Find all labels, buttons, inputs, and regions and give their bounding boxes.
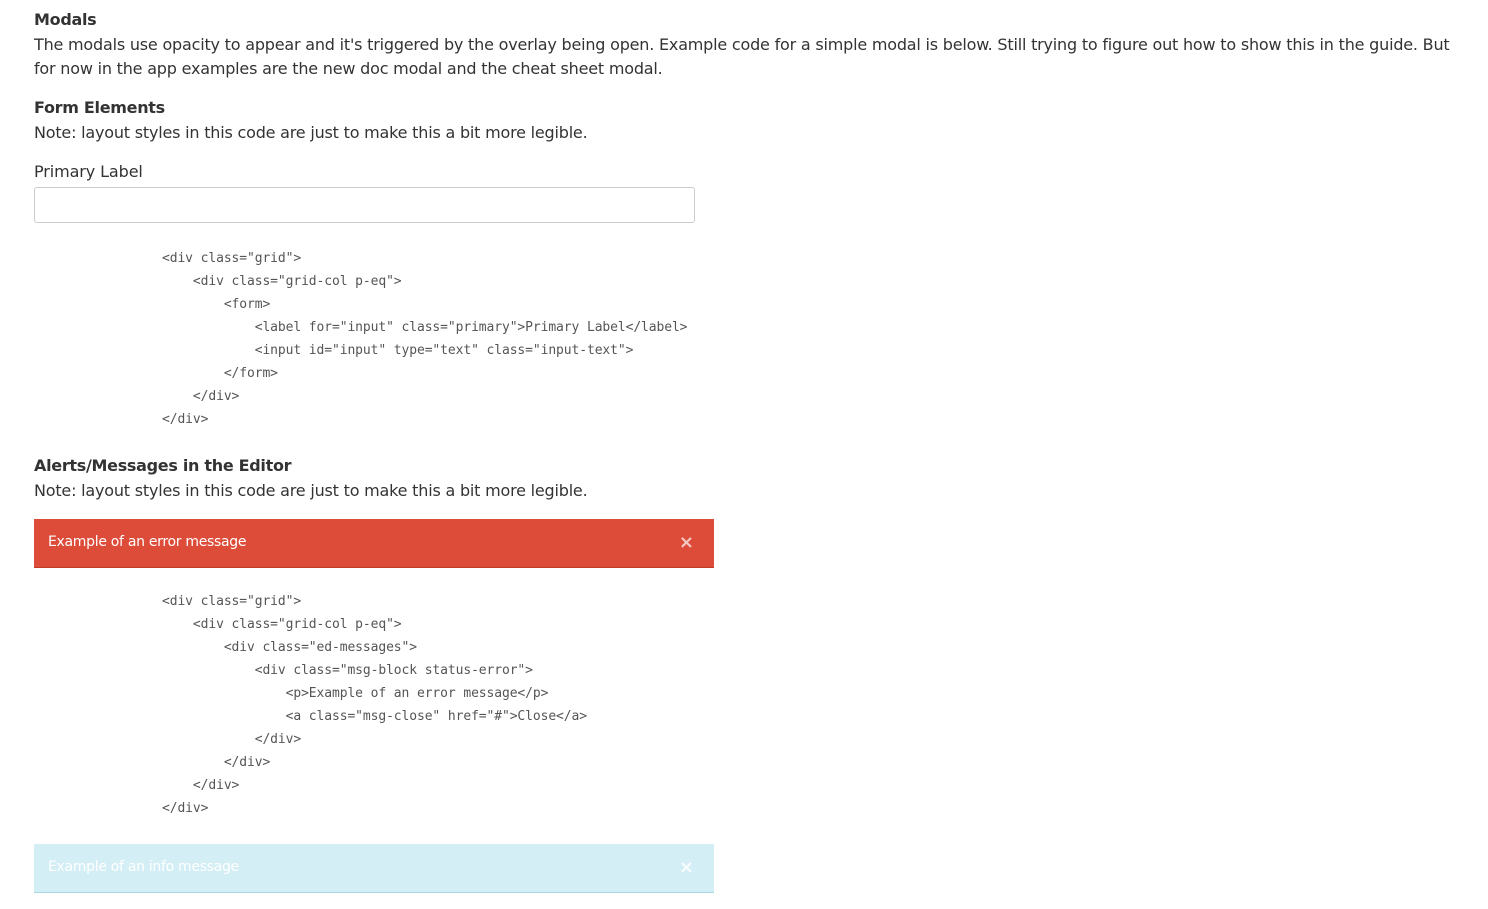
alerts-code-block: <div class="grid"> <div class="grid-col … <box>162 590 587 820</box>
code-line: </div> <box>162 412 209 427</box>
form-code-block: <div class="grid"> <div class="grid-col … <box>162 247 688 431</box>
form-elements-note: Note: layout styles in this code are jus… <box>34 123 588 142</box>
code-line: <a class="msg-close" href="#">Close</a> <box>162 709 587 724</box>
code-line: </div> <box>162 389 240 404</box>
error-message-text: Example of an error message <box>48 534 247 550</box>
primary-text-input[interactable] <box>34 187 695 223</box>
modals-description-line-1: The modals use opacity to appear and it'… <box>34 35 1450 54</box>
error-message-block: Example of an error message × <box>34 519 714 568</box>
modals-heading: Modals <box>34 10 97 29</box>
code-line: </div> <box>162 732 302 747</box>
code-line: <div class="grid"> <box>162 594 302 609</box>
code-line: <form> <box>162 297 271 312</box>
form-elements-heading: Form Elements <box>34 98 165 117</box>
alerts-heading: Alerts/Messages in the Editor <box>34 456 292 475</box>
code-line: <div class="grid-col p-eq"> <box>162 274 402 289</box>
code-line: <div class="grid"> <box>162 251 302 266</box>
code-line: <input id="input" type="text" class="inp… <box>162 343 634 358</box>
code-line: </div> <box>162 755 271 770</box>
modals-description: The modals use opacity to appear and it'… <box>34 33 1474 81</box>
error-message-close-icon[interactable]: × <box>679 533 694 553</box>
code-line: <div class="msg-block status-error"> <box>162 663 533 678</box>
code-line: </div> <box>162 778 240 793</box>
modals-description-line-2: for now in the app examples are the new … <box>34 59 663 78</box>
alerts-note: Note: layout styles in this code are jus… <box>34 481 588 500</box>
code-line: </form> <box>162 366 278 381</box>
code-line: <div class="ed-messages"> <box>162 640 417 655</box>
code-line: </div> <box>162 801 209 816</box>
info-message-close-icon[interactable]: × <box>679 858 694 878</box>
code-line: <div class="grid-col p-eq"> <box>162 617 402 632</box>
code-line: <label for="input" class="primary">Prima… <box>162 320 688 335</box>
primary-label: Primary Label <box>34 162 143 181</box>
info-message-block: Example of an info message × <box>34 844 714 893</box>
code-line: <p>Example of an error message</p> <box>162 686 549 701</box>
info-message-text: Example of an info message <box>48 859 239 875</box>
